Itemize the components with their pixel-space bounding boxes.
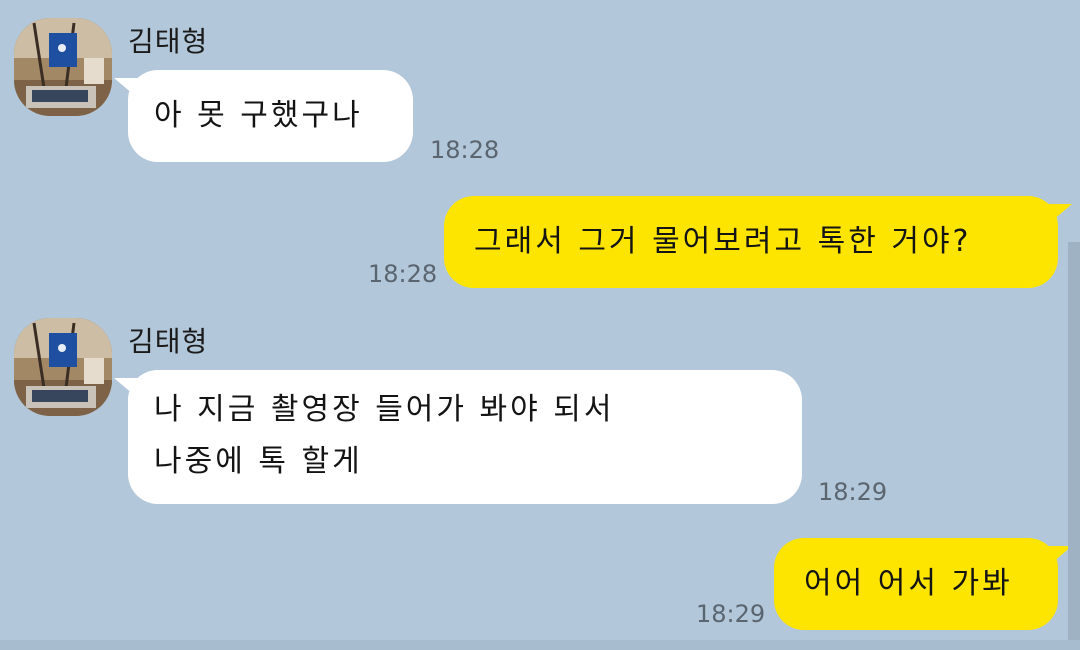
message-time: 18:29: [818, 478, 888, 506]
chat-room: 김태형 아 못 구했구나 18:28 그래서 그거 물어보려고 톡한 거야? 1…: [0, 0, 1080, 650]
message-bubble-sent[interactable]: 그래서 그거 물어보려고 톡한 거야?: [444, 196, 1072, 288]
profile-avatar[interactable]: [14, 18, 112, 116]
profile-avatar[interactable]: [14, 318, 112, 416]
sender-name: 김태형: [128, 325, 209, 358]
message-text: 아 못 구했구나: [154, 98, 363, 133]
bubble-tail: [1046, 204, 1072, 226]
message-time: 18:28: [368, 260, 438, 288]
message-time: 18:29: [696, 600, 766, 628]
sender-name: 김태형: [128, 25, 209, 58]
message-text-line: 나중에 톡 할게: [154, 444, 363, 479]
message-time: 18:28: [430, 136, 500, 164]
message-text-line: 나 지금 촬영장 들어가 봐야 되서: [154, 392, 615, 427]
message-text: 그래서 그거 물어보려고 톡한 거야?: [474, 224, 972, 259]
bubble-tail: [114, 378, 140, 400]
message-bubble-received[interactable]: 아 못 구했구나: [114, 70, 413, 162]
scrollbar[interactable]: [1068, 242, 1080, 650]
message-bubble-received[interactable]: 나 지금 촬영장 들어가 봐야 되서 나중에 톡 할게: [114, 370, 802, 504]
message-bubble-sent[interactable]: 어어 어서 가봐: [774, 538, 1072, 630]
bottom-divider: [0, 640, 1080, 650]
bubble-tail: [114, 78, 140, 100]
message-text: 어어 어서 가봐: [804, 566, 1013, 601]
